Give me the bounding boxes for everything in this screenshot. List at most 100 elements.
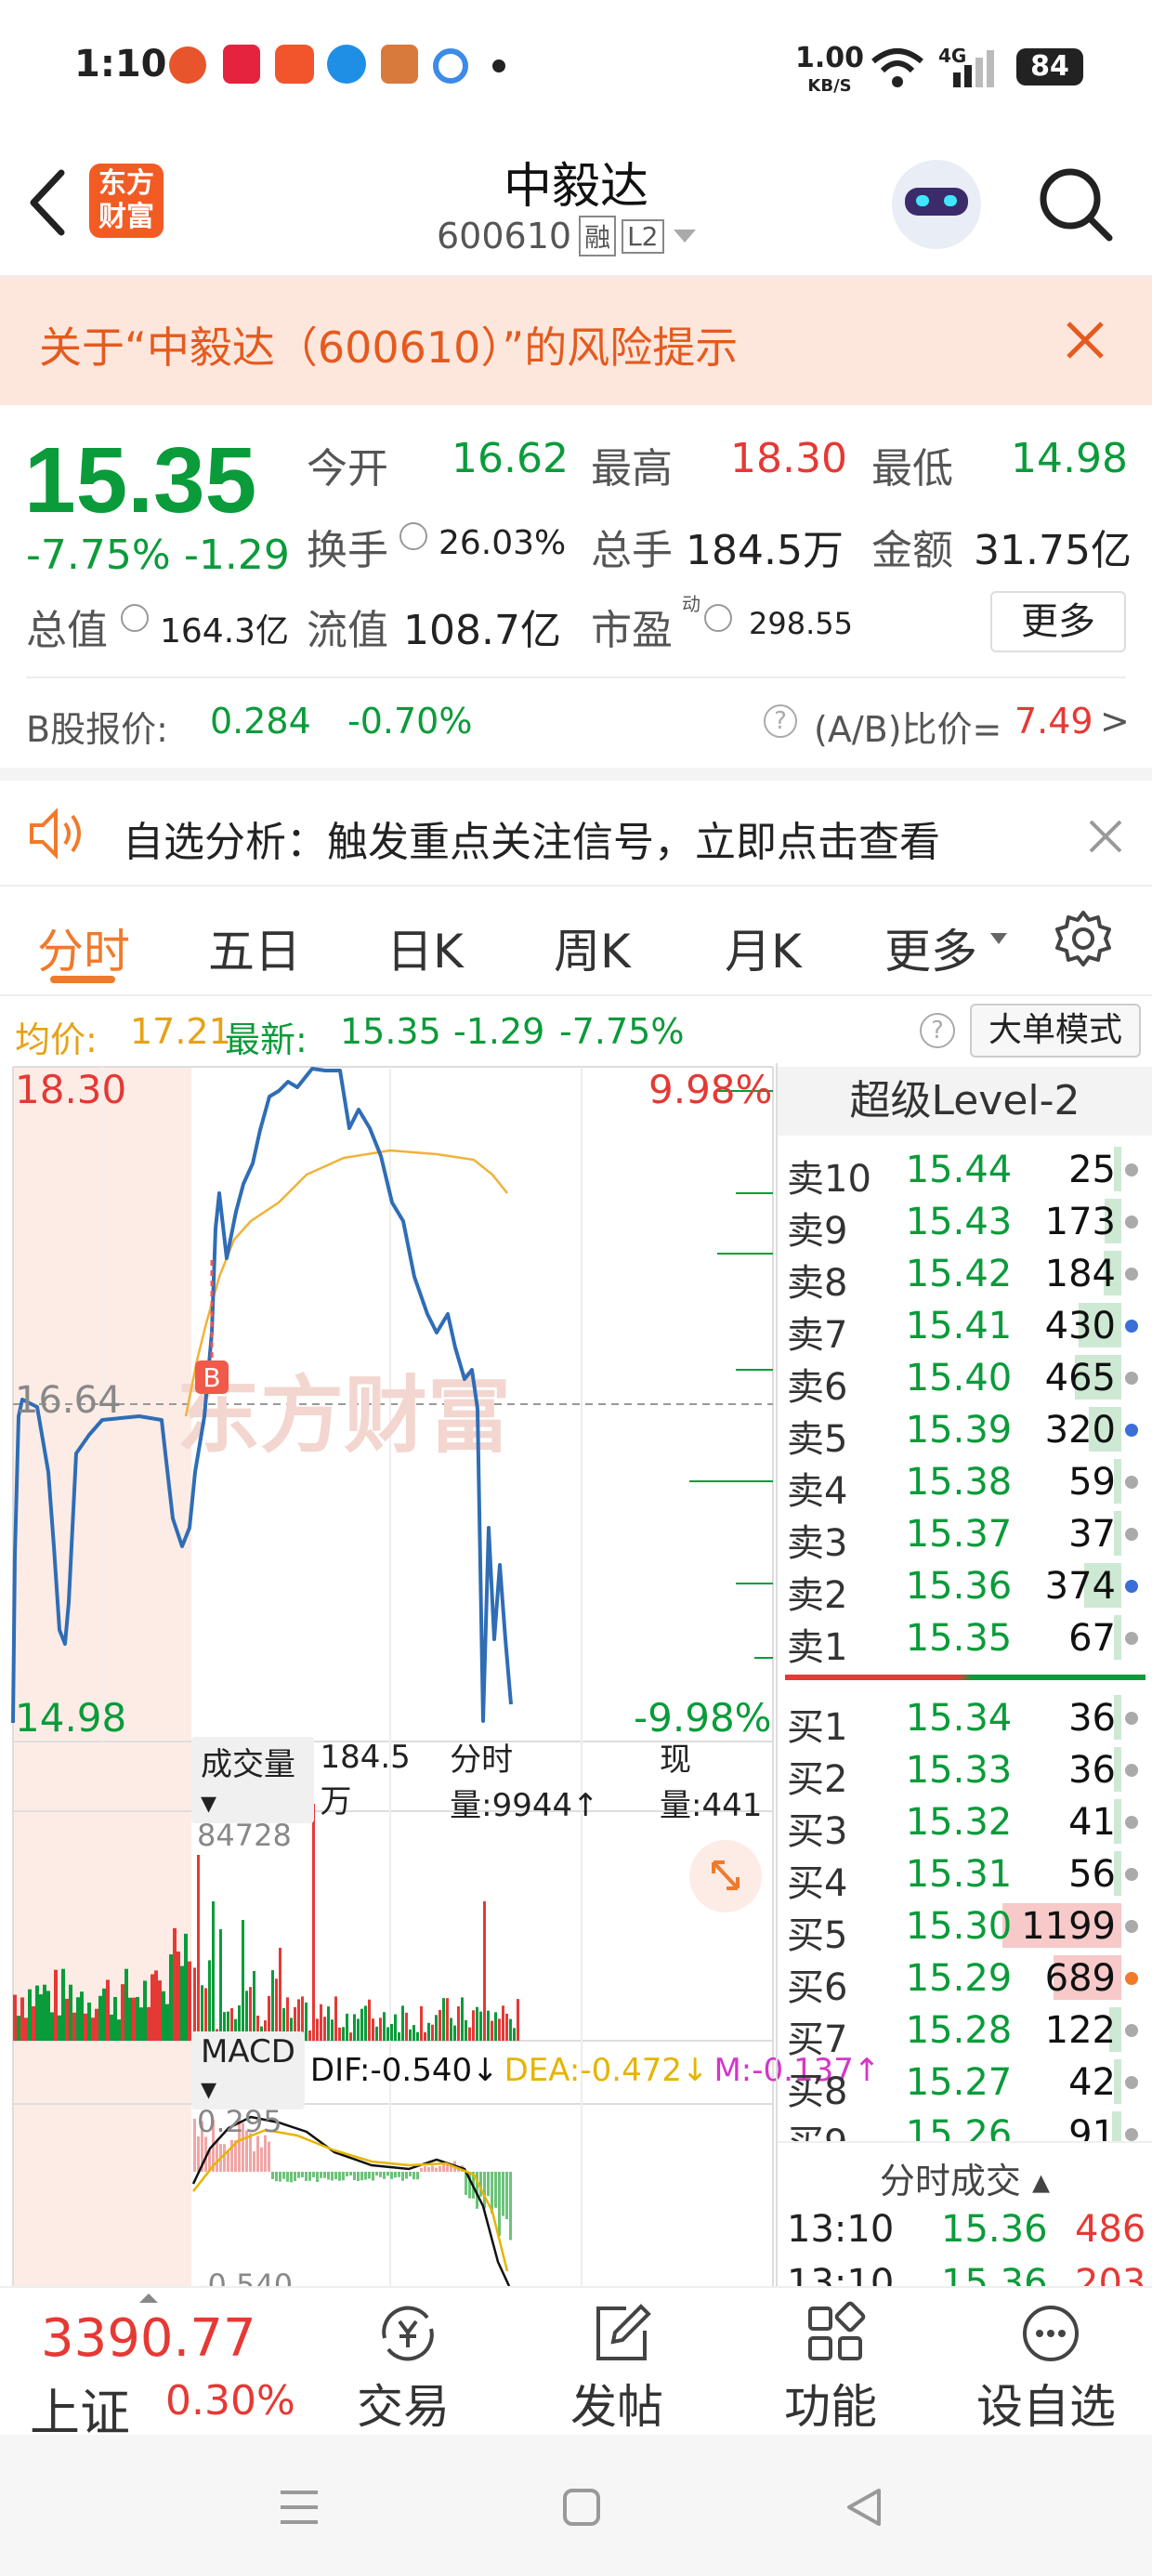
- macd-bar: [439, 2165, 441, 2172]
- edit-icon: [596, 2304, 651, 2360]
- bid-row[interactable]: 买1 15.34 36: [778, 1691, 1149, 1749]
- low-value: 14.98: [1011, 435, 1128, 482]
- volume-bar: [346, 2013, 348, 2041]
- macd-bar: [431, 2165, 434, 2172]
- app-notification-icon: [433, 48, 468, 84]
- menu-icon[interactable]: [279, 2487, 320, 2528]
- trade-button[interactable]: 交易: [310, 2288, 496, 2437]
- macd-dropdown[interactable]: MACD ▾: [191, 2031, 305, 2109]
- features-button[interactable]: 功能: [738, 2288, 923, 2437]
- back-icon[interactable]: [844, 2487, 884, 2528]
- intraday-chart[interactable]: 东方财富 B 18.30 16.64 14.98 9.98% -9.98% 成交…: [0, 1063, 880, 2286]
- intraday-chart-canvas: 东方财富 B: [11, 1066, 774, 2286]
- volume-bar: [312, 1804, 315, 2041]
- more-button[interactable]: 更多: [990, 591, 1126, 652]
- ask-row[interactable]: 卖2 15.36 374: [778, 1559, 1149, 1617]
- expand-icon[interactable]: [689, 1840, 762, 1912]
- volume-bar: [446, 1998, 449, 2041]
- level-volume: 59: [1068, 1461, 1116, 1504]
- add-watchlist-button[interactable]: 设自选: [953, 2288, 1139, 2437]
- index-ticker[interactable]: 3390.77 上证 0.30%: [0, 2288, 316, 2442]
- volume-bar: [24, 2017, 28, 2041]
- b-share-change: -0.70%: [347, 701, 473, 742]
- info-icon[interactable]: [121, 604, 149, 632]
- bid-row[interactable]: 买4 15.31 56: [778, 1847, 1149, 1905]
- volume-dropdown[interactable]: 成交量 ▾: [191, 1736, 315, 1823]
- bid-row[interactable]: 买8 15.27 42: [778, 2056, 1149, 2113]
- macd-bar: [442, 2164, 445, 2172]
- network-speed: 1.00 KB/S: [795, 42, 865, 97]
- volume-bar: [197, 1855, 200, 2041]
- volume-bar: [165, 2004, 169, 2041]
- macd-bar: [483, 2172, 486, 2209]
- volume-bar: [472, 2010, 475, 2041]
- post-button[interactable]: 发帖: [524, 2288, 710, 2437]
- volume-bar: [106, 1979, 110, 2041]
- ask-row[interactable]: 卖1 15.35 67: [778, 1611, 1149, 1669]
- home-icon[interactable]: [561, 2487, 602, 2528]
- order-dot-icon: [1125, 1163, 1138, 1176]
- volume-bar: [87, 2002, 91, 2041]
- level-price: 15.38: [905, 1461, 1013, 1504]
- tab-five-day[interactable]: 五日: [208, 914, 301, 981]
- ask-row[interactable]: 卖9 15.43 173: [778, 1195, 1149, 1253]
- ask-row[interactable]: 卖7 15.41 430: [778, 1299, 1149, 1357]
- ask-row[interactable]: 卖6 15.40 465: [778, 1351, 1149, 1409]
- macd-bar: [268, 2141, 270, 2172]
- info-icon[interactable]: [399, 522, 427, 550]
- tab-weekly-k[interactable]: 周K: [554, 914, 631, 981]
- tab-daily-k[interactable]: 日K: [386, 914, 464, 981]
- open-value: 16.62: [452, 435, 569, 482]
- volume-bar: [147, 2006, 151, 2041]
- robot-assistant-avatar[interactable]: [892, 160, 981, 249]
- bid-row[interactable]: 买5 15.30 1199: [778, 1899, 1149, 1957]
- close-icon[interactable]: [1065, 320, 1106, 361]
- ask-row[interactable]: 卖10 15.44 25: [778, 1143, 1149, 1201]
- macd-bar: [405, 2172, 408, 2179]
- tab-monthly-k[interactable]: 月K: [725, 914, 802, 981]
- ticks-title[interactable]: 分时成交 ▴: [778, 2152, 1152, 2203]
- macd-bar: [364, 2172, 367, 2180]
- ask-row[interactable]: 卖8 15.42 184: [778, 1247, 1149, 1305]
- help-icon[interactable]: ?: [920, 1013, 955, 1048]
- ask-row[interactable]: 卖4 15.38 59: [778, 1455, 1149, 1513]
- info-icon[interactable]: [704, 604, 732, 632]
- macd-bar: [308, 2172, 311, 2181]
- ask-row[interactable]: 卖3 15.37 37: [778, 1507, 1149, 1565]
- bid-row[interactable]: 买2 15.33 36: [778, 1743, 1149, 1801]
- big-order-mode-button[interactable]: 大单模式: [970, 1004, 1141, 1058]
- close-icon[interactable]: [1087, 818, 1124, 855]
- bid-row[interactable]: 买3 15.32 41: [778, 1795, 1149, 1853]
- ask-row[interactable]: 卖5 15.39 320: [778, 1403, 1149, 1461]
- gear-icon[interactable]: [1054, 909, 1113, 968]
- level-price: 15.37: [905, 1513, 1013, 1556]
- search-icon[interactable]: [1037, 165, 1115, 243]
- help-icon[interactable]: ?: [764, 704, 797, 738]
- tick-time: 13:10: [787, 2262, 895, 2288]
- chevron-right-icon[interactable]: >: [1100, 701, 1130, 742]
- stock-code-row[interactable]: 600610 融 L2: [437, 216, 696, 256]
- stock-header: 东方 财富 中毅达 600610 融 L2: [0, 130, 1152, 277]
- back-arrow-icon[interactable]: [26, 167, 67, 238]
- macd-bar: [487, 2172, 490, 2197]
- macd-bar: [223, 2144, 226, 2172]
- order-dot-icon: [1125, 2128, 1138, 2141]
- volume-bar: [368, 1999, 371, 2041]
- tab-intraday[interactable]: 分时: [37, 914, 130, 981]
- volume-bar: [476, 2006, 478, 2041]
- volume-bar: [338, 2027, 341, 2041]
- volume-bar: [39, 1994, 43, 2041]
- bid-row[interactable]: 买6 15.29 689: [778, 1952, 1149, 2009]
- float-cap-label: 流值: [307, 607, 388, 654]
- bid-row[interactable]: 买7 15.28 122: [778, 2004, 1149, 2061]
- analysis-notice[interactable]: 自选分析：触发重点关注信号，立即点击查看: [0, 768, 1152, 887]
- risk-banner[interactable]: 关于“中毅达（600610）”的风险提示: [0, 277, 1152, 405]
- tab-more[interactable]: 更多: [884, 914, 977, 981]
- level2-title[interactable]: 超级Level-2: [778, 1067, 1152, 1136]
- post-label: 发帖: [570, 2380, 663, 2434]
- volume-bar: [383, 2012, 386, 2041]
- active-tab-indicator: [50, 976, 115, 983]
- b-share-price: 0.284: [210, 701, 311, 742]
- high-label: 最高: [591, 445, 673, 493]
- macd-dea: DEA:-0.472↓: [504, 2052, 709, 2089]
